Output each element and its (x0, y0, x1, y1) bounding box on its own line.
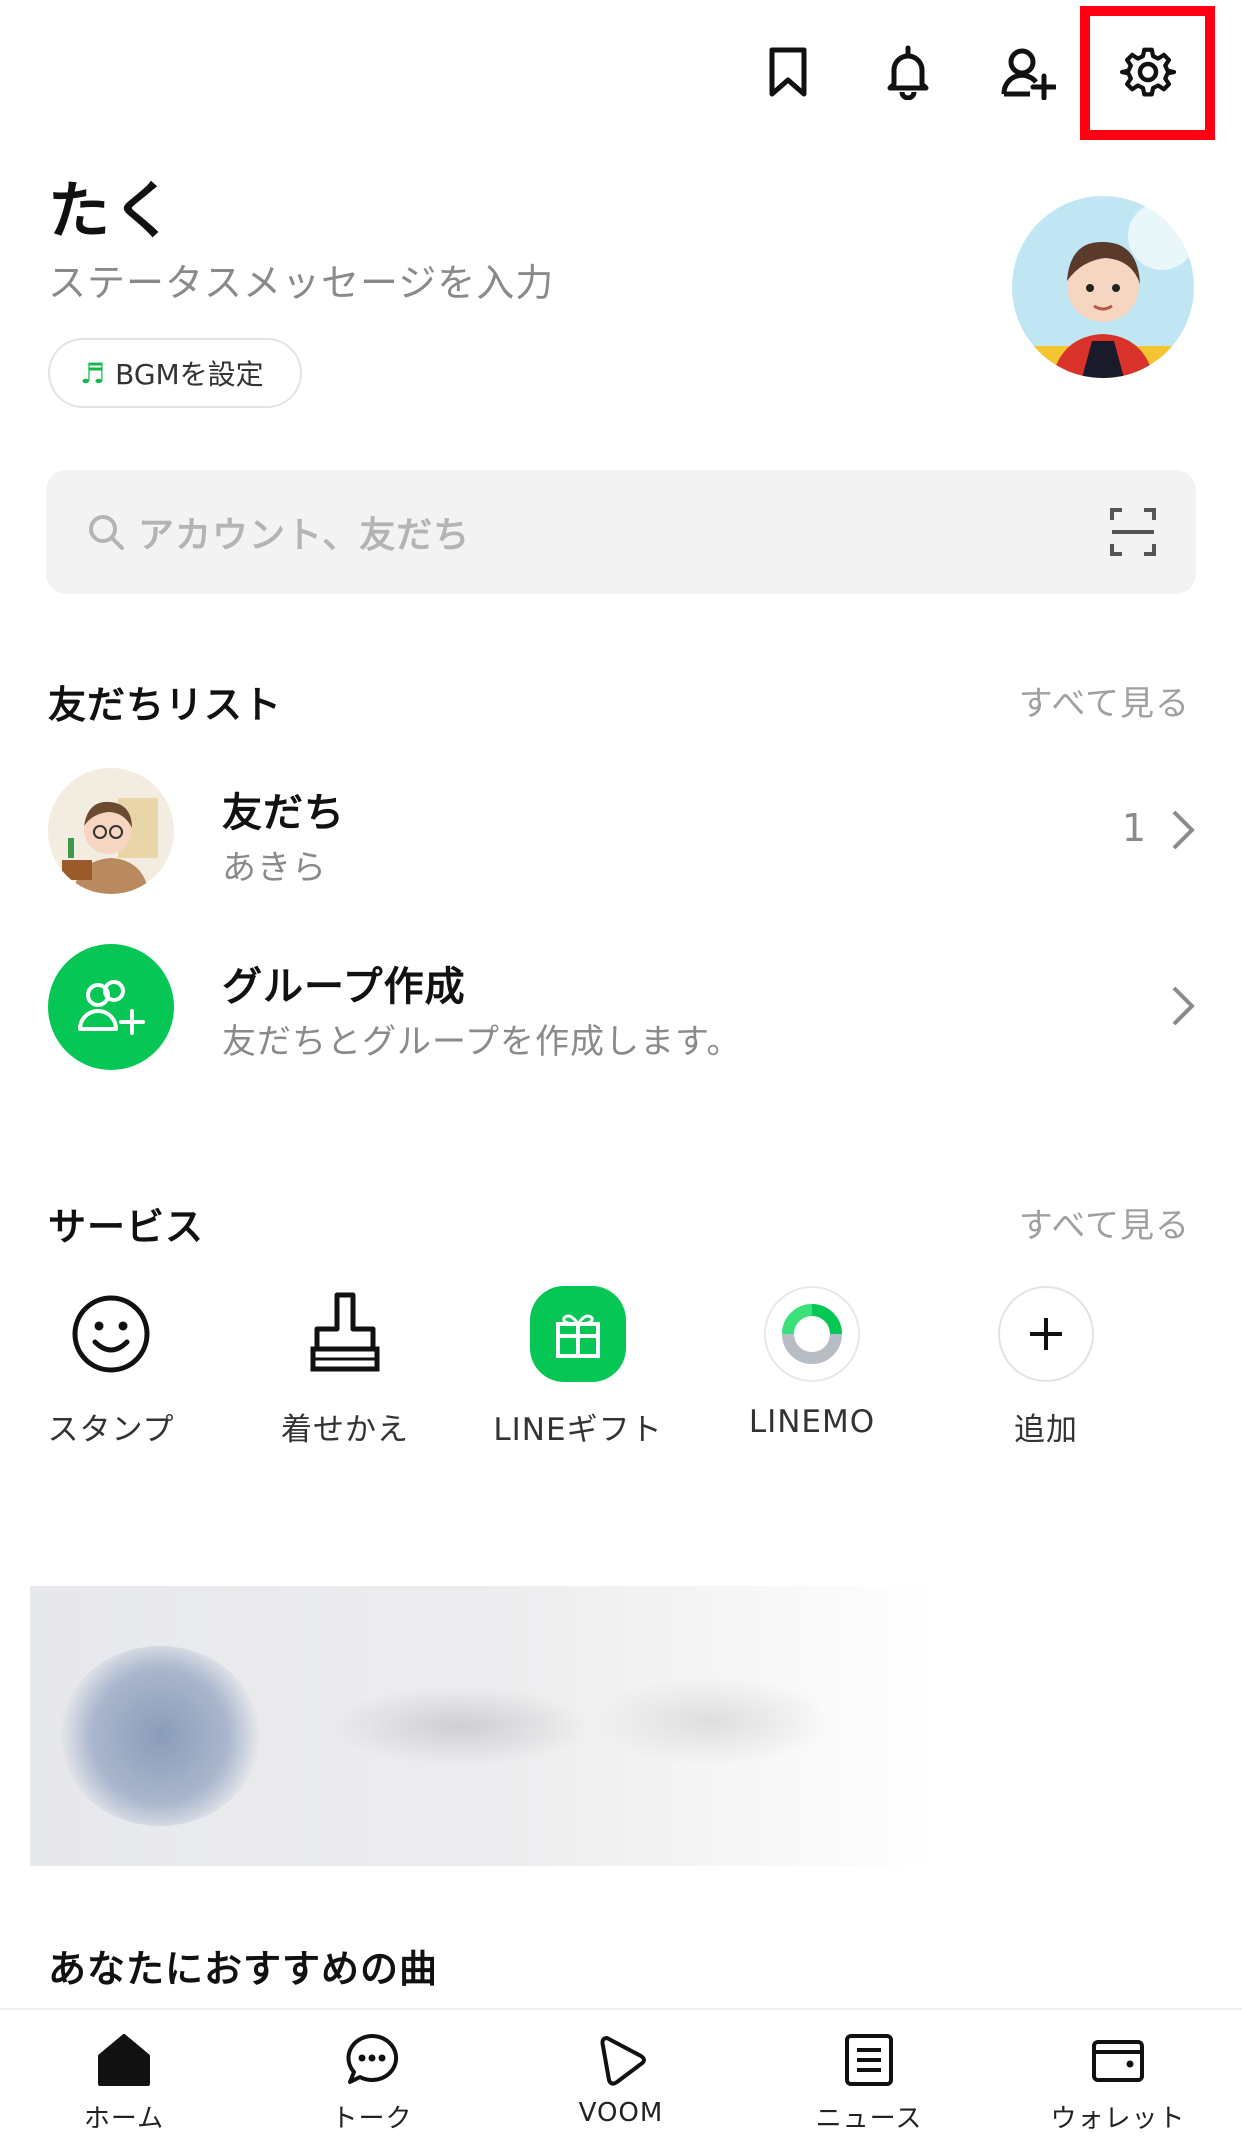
bgm-button-label: BGMを設定 (115, 358, 264, 391)
add-friend-button[interactable] (996, 40, 1060, 104)
chevron-right-icon (1172, 986, 1195, 1026)
service-gift[interactable]: LINEギフト (478, 1286, 678, 1449)
friends-section-title: 友だちリスト (48, 683, 283, 727)
create-group-icon-wrap (48, 944, 174, 1070)
tab-talk[interactable]: トーク (272, 2030, 472, 2135)
tab-label: VOOM (578, 2098, 664, 2128)
service-label: スタンプ (47, 1412, 175, 1448)
service-label: LINEMO (748, 1404, 876, 1440)
blurred-banner-ad[interactable] (30, 1586, 1242, 1866)
bookmark-button[interactable] (756, 40, 820, 104)
recommend-title: あなたにおすすめの曲 (48, 1947, 439, 1991)
service-label: 着せかえ (281, 1412, 409, 1448)
bottom-tab-bar: ホーム トーク VOOM ニュース ウォレット (0, 2008, 1242, 2156)
status-message-input[interactable]: ステータスメッセージを入力 (48, 252, 554, 307)
linemo-icon (764, 1286, 860, 1382)
voom-icon (600, 2036, 646, 2086)
services-section-title: サービス (48, 1205, 205, 1249)
wallet-icon (1092, 2040, 1144, 2082)
create-group-row[interactable]: グループ作成 友だちとグループを作成します。 (48, 944, 1198, 1070)
create-group-subtitle: 友だちとグループを作成します。 (222, 1022, 742, 1062)
brush-icon (297, 1286, 393, 1382)
tab-news[interactable]: ニュース (769, 2030, 969, 2135)
smile-icon (63, 1286, 159, 1382)
add-friend-icon (1001, 48, 1056, 100)
friend-avatar (48, 768, 174, 894)
search-icon (89, 515, 124, 550)
friends-row[interactable]: 友だち あきら 1 (48, 768, 1198, 894)
tab-home[interactable]: ホーム (24, 2030, 224, 2135)
service-linemo[interactable]: LINEMO (712, 1286, 912, 1440)
settings-highlight-box (1080, 6, 1215, 140)
search-placeholder: アカウント、友だち (138, 515, 471, 556)
bgm-button[interactable]: ♬ BGMを設定 (48, 338, 302, 408)
gift-icon (530, 1286, 626, 1382)
qr-scan-icon[interactable] (1110, 508, 1156, 556)
service-theme[interactable]: 着せかえ (245, 1286, 445, 1449)
tab-label: トーク (331, 2104, 413, 2134)
group-add-icon (78, 980, 145, 1035)
friends-row-title: 友だち (222, 790, 345, 836)
create-group-title: グループ作成 (222, 964, 466, 1010)
home-icon (98, 2034, 150, 2086)
service-sticker[interactable]: スタンプ (11, 1286, 211, 1449)
services-see-all-link[interactable]: すべて見る (1019, 1198, 1190, 1247)
service-label: 追加 (1014, 1412, 1078, 1448)
service-label: LINEギフト (493, 1412, 663, 1448)
profile-name[interactable]: たく (48, 160, 176, 250)
friends-row-subtitle: あきら (222, 848, 327, 888)
tab-voom[interactable]: VOOM (521, 2030, 721, 2128)
tab-label: ニュース (815, 2104, 923, 2134)
bookmark-icon (769, 47, 807, 97)
notification-button[interactable] (876, 40, 940, 104)
friends-see-all-link[interactable]: すべて見る (1019, 676, 1190, 725)
chat-icon (346, 2033, 399, 2084)
plus-icon (998, 1286, 1094, 1382)
bell-icon (887, 45, 929, 100)
chevron-right-icon (1172, 810, 1195, 850)
profile-avatar[interactable] (1012, 196, 1194, 378)
service-add[interactable]: 追加 (946, 1286, 1146, 1449)
news-icon (845, 2034, 893, 2086)
tab-label: ウォレット (1050, 2104, 1186, 2134)
search-bar[interactable]: アカウント、友だち (46, 470, 1196, 594)
tab-label: ホーム (83, 2104, 165, 2134)
music-note-icon: ♬ (80, 356, 106, 390)
friends-count: 1 (1121, 806, 1146, 850)
tab-wallet[interactable]: ウォレット (1018, 2030, 1218, 2135)
